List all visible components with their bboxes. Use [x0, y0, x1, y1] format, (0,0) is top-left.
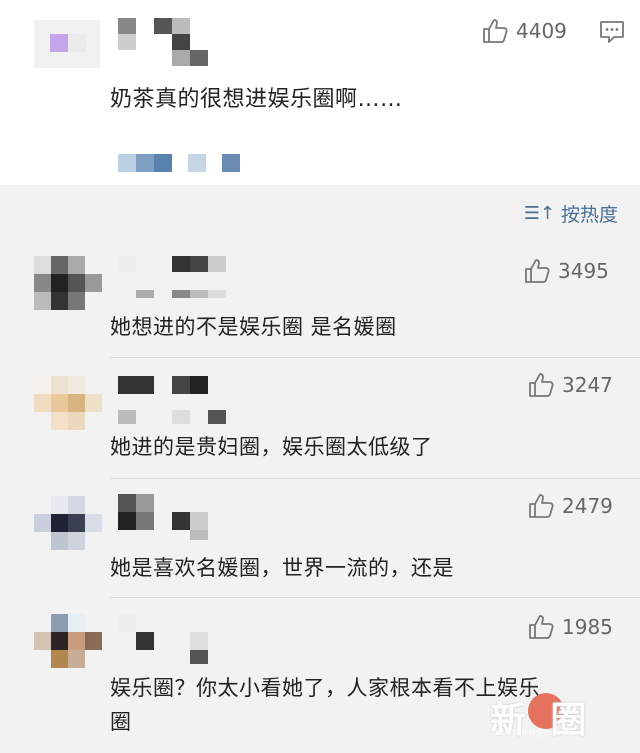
thumbs-up-icon	[483, 19, 508, 43]
like-button[interactable]: 1985	[528, 614, 613, 640]
like-button[interactable]: 3495	[524, 258, 609, 284]
divider	[110, 357, 640, 358]
reply-text: 她想进的不是娱乐圈 是名媛圈	[110, 315, 397, 339]
avatar[interactable]	[34, 20, 100, 68]
reply-text: 娱乐圈？你太小看她了，人家根本看不上娱乐	[110, 676, 540, 700]
post-text: 奶茶真的很想进娱乐圈啊……	[110, 87, 403, 112]
main-post: 4409 奶茶真的很想进娱乐圈啊……	[0, 0, 640, 185]
divider	[110, 478, 640, 479]
like-count: 3247	[562, 373, 613, 397]
username-blurred[interactable]	[118, 614, 228, 664]
post-meta-blurred	[118, 154, 243, 172]
username-blurred[interactable]	[118, 256, 228, 302]
username-blurred[interactable]	[118, 18, 218, 70]
avatar[interactable]	[34, 256, 102, 310]
like-button[interactable]: 2479	[528, 493, 613, 519]
thumbs-up-icon	[529, 373, 554, 397]
divider	[110, 597, 640, 598]
avatar[interactable]	[34, 496, 102, 550]
reply-text-continued: 圈	[110, 710, 132, 734]
username-blurred[interactable]	[118, 494, 228, 544]
like-button[interactable]: 4409	[482, 18, 567, 44]
reply-text: 她是喜欢名媛圈，世界一流的，还是	[110, 556, 454, 580]
like-count: 1985	[562, 615, 613, 639]
watermark-logo: 新 圈 xinwenge.net	[490, 691, 610, 741]
sort-by-hot-button[interactable]: ☰↑ 按热度	[524, 200, 618, 227]
username-blurred[interactable]	[118, 376, 228, 426]
like-count: 4409	[516, 19, 567, 43]
thumbs-up-icon	[525, 259, 550, 283]
avatar[interactable]	[34, 614, 102, 668]
thumbs-up-icon	[529, 494, 554, 518]
comment-icon[interactable]	[599, 20, 625, 44]
avatar[interactable]	[34, 376, 102, 430]
sort-icon: ☰↑	[523, 203, 555, 224]
like-count: 3495	[558, 259, 609, 283]
like-button[interactable]: 3247	[528, 372, 613, 398]
sort-label: 按热度	[560, 204, 618, 226]
reply-text: 她进的是贵妇圈，娱乐圈太低级了	[110, 435, 433, 459]
thumbs-up-icon	[529, 615, 554, 639]
watermark-sub: xinwenge.net	[494, 727, 574, 738]
like-count: 2479	[562, 494, 613, 518]
